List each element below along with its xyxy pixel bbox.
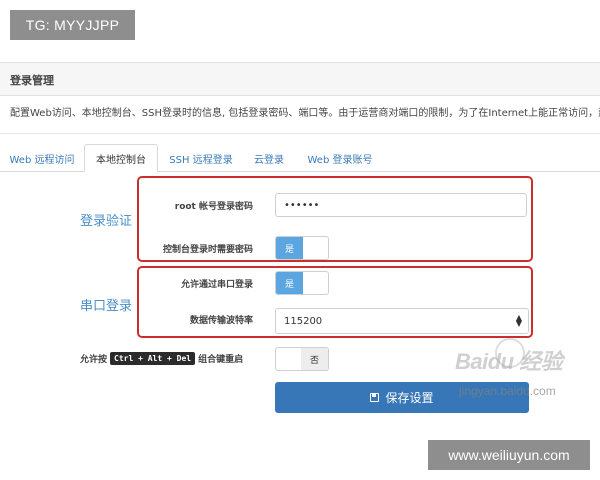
save-settings-label: 保存设置 xyxy=(385,391,434,405)
section-title: 登录管理 xyxy=(10,74,54,87)
allow-serial-toggle-on: 是 xyxy=(276,272,303,294)
serial-login-group-label: 串口登录 xyxy=(80,299,133,314)
console-password-toggle[interactable]: 是 xyxy=(275,236,329,260)
section-description: 配置Web访问、本地控制台、SSH登录时的信息, 包括登录密码、端口等。由于运营… xyxy=(0,96,600,134)
tab-bar: Web 远程访问 本地控制台 SSH 远程登录 云登录 Web 登录账号 xyxy=(0,140,600,172)
baud-rate-select[interactable]: 115200 ▲ ▼ xyxy=(275,308,529,334)
console-password-toggle-on: 是 xyxy=(276,237,303,259)
tab-web-login-account[interactable]: Web 登录账号 xyxy=(298,144,382,172)
tab-cloud-login[interactable]: 云登录 xyxy=(244,144,294,172)
description-text: 配置Web访问、本地控制台、SSH登录时的信息, 包括登录密码、端口等。由于运营… xyxy=(10,108,600,119)
tab-local-console[interactable]: 本地控制台 xyxy=(84,144,158,172)
root-password-value: •••••• xyxy=(284,199,320,211)
tg-watermark-badge: TG: MYYJJPP xyxy=(10,10,135,40)
allow-serial-label: 允许通过串口登录 xyxy=(180,280,253,290)
tab-ssh-remote-login[interactable]: SSH 远程登录 xyxy=(162,144,240,172)
ctrl-alt-del-prefix: 允许按 xyxy=(80,355,108,365)
jingyan-watermark: jingyan.baidu.com xyxy=(459,384,556,398)
console-password-label: 控制台登录时需要密码 xyxy=(162,245,253,255)
ctrl-alt-del-keys: Ctrl + Alt + Del xyxy=(110,352,196,365)
baud-rate-label: 数据传输波特率 xyxy=(189,316,253,326)
ctrl-alt-del-toggle-off: 否 xyxy=(301,348,328,370)
tab-web-remote-access[interactable]: Web 远程访问 xyxy=(4,144,80,172)
floppy-disk-icon xyxy=(370,393,380,402)
allow-serial-toggle[interactable]: 是 xyxy=(275,271,329,295)
login-auth-group-label: 登录验证 xyxy=(80,214,133,229)
ctrl-alt-del-toggle[interactable]: 否 xyxy=(275,347,329,371)
root-password-input[interactable]: •••••• xyxy=(275,193,527,217)
section-header: 登录管理 xyxy=(0,62,600,96)
url-watermark-badge: www.weiliuyun.com xyxy=(428,440,590,470)
ctrl-alt-del-label: 允许按 Ctrl + Alt + Del 组合键重启 xyxy=(80,352,243,365)
baud-rate-value: 115200 xyxy=(284,315,323,327)
baidu-watermark: Baidu 经验 xyxy=(455,349,563,374)
root-password-label: root 帐号登录密码 xyxy=(174,202,253,212)
select-updown-arrow-icon: ▲ ▼ xyxy=(515,313,522,328)
ctrl-alt-del-suffix: 组合键重启 xyxy=(198,355,244,365)
